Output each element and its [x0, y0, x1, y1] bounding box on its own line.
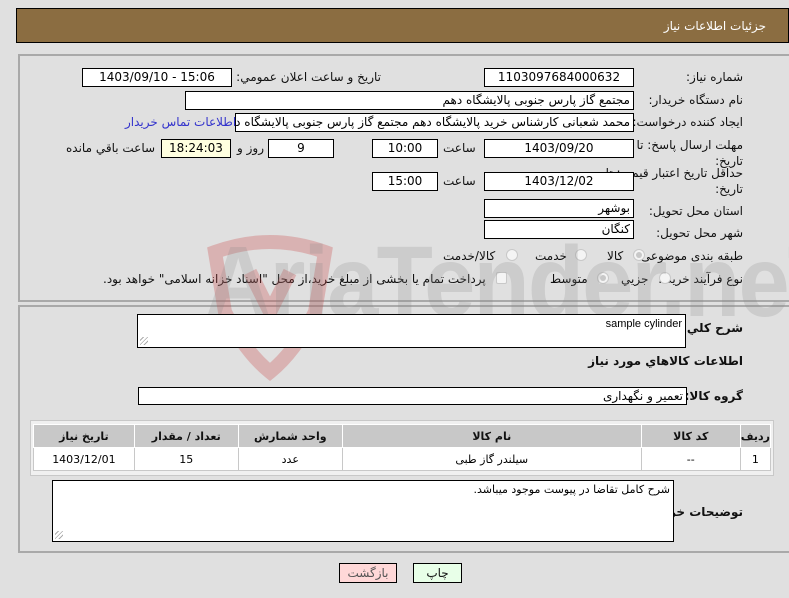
goods-table: ردیف کد کالا نام کالا واحد شمارش تعداد /… — [33, 424, 772, 471]
page-title: جزئیات اطلاعات نیاز — [663, 19, 766, 33]
city-label: شهر محل تحویل: — [656, 226, 743, 240]
purchase-type-radio-minor[interactable] — [659, 272, 671, 284]
col-header-item-code: کد کالا — [640, 424, 741, 448]
price-validity-time-label: ساعت — [443, 174, 476, 188]
resize-grip-icon[interactable] — [55, 531, 63, 539]
cell-quantity: 15 — [133, 447, 239, 471]
goods-group-label: گروه کالا: — [684, 389, 743, 403]
purchase-type-option-medium: متوسط — [550, 272, 588, 286]
reply-deadline-time-field[interactable]: 10:00 — [372, 139, 438, 158]
category-radio-goods[interactable] — [633, 249, 645, 261]
requester-label: ایجاد کننده درخواست: — [632, 115, 743, 129]
announce-datetime-label: تاریخ و ساعت اعلان عمومي: — [236, 70, 381, 84]
purchase-type-option-minor: جزیي — [621, 272, 649, 286]
description-text: sample cylinder — [605, 318, 682, 330]
category-label: طبقه بندی موضوعی: — [636, 249, 743, 263]
buyer-notes-text: شرح کامل تقاضا در پیوست موجود میباشد. — [473, 483, 670, 496]
category-option-goods: کالا — [607, 249, 624, 263]
remaining-time-field: 18:24:03 — [161, 139, 231, 158]
need-number-label: شماره نیاز: — [686, 70, 743, 84]
goods-section-title: اطلاعات کالاهاي مورد نیاز — [588, 354, 743, 368]
category-radio-service[interactable] — [575, 249, 587, 261]
province-field[interactable]: بوشهر — [484, 199, 634, 218]
reply-deadline-date-field[interactable]: 1403/09/20 — [484, 139, 634, 158]
remaining-time-label: ساعت باقي مانده — [66, 141, 156, 155]
buyer-contact-link[interactable]: اطلاعات تماس خریدار — [125, 115, 236, 129]
description-textarea[interactable]: sample cylinder — [137, 314, 686, 348]
col-header-need-date: تاریخ نیاز — [33, 424, 135, 448]
cell-item-name: سیلندر گاز طبی — [341, 447, 642, 471]
requester-field[interactable]: محمد شعبانی کارشناس خرید پالایشگاه دهم م… — [235, 113, 634, 132]
city-field[interactable]: کنگان — [484, 220, 634, 239]
cell-unit: عدد — [237, 447, 343, 471]
back-button[interactable]: بازگشت — [339, 563, 397, 583]
resize-grip-icon[interactable] — [140, 337, 148, 345]
cell-item-code: -- — [640, 447, 741, 471]
price-validity-date-field[interactable]: 1403/12/02 — [484, 172, 634, 191]
page-header: جزئیات اطلاعات نیاز — [16, 8, 789, 43]
col-header-row-number: ردیف — [739, 424, 772, 448]
price-validity-time-field[interactable]: 15:00 — [372, 172, 438, 191]
reply-deadline-time-label: ساعت — [443, 141, 476, 155]
buyer-notes-textarea[interactable]: شرح کامل تقاضا در پیوست موجود میباشد. — [52, 480, 674, 542]
col-header-item-name: نام کالا — [341, 424, 642, 448]
cell-need-date: 1403/12/01 — [33, 447, 135, 471]
col-header-unit: واحد شمارش — [237, 424, 343, 448]
province-label: استان محل تحویل: — [648, 204, 743, 218]
remaining-days-field[interactable]: 9 — [268, 139, 334, 158]
cell-row-number: 1 — [739, 447, 772, 471]
purchase-type-radio-medium[interactable] — [597, 272, 609, 284]
goods-group-field[interactable]: تعمیر و نگهداری — [138, 387, 687, 405]
category-option-service: خدمت — [535, 249, 567, 263]
treasury-checkbox[interactable] — [496, 272, 507, 284]
print-button[interactable]: چاپ — [413, 563, 462, 583]
table-row: 1 -- سیلندر گاز طبی عدد 15 1403/12/01 — [33, 447, 772, 471]
announce-datetime-field[interactable]: 1403/09/10 - 15:06 — [82, 68, 232, 87]
category-radio-goods-service[interactable] — [506, 249, 518, 261]
buyer-org-label: نام دستگاه خريدار: — [648, 93, 744, 107]
need-number-field[interactable]: 1103097684000632 — [484, 68, 634, 87]
treasury-checkbox-label: پرداخت تمام یا بخشی از مبلغ خرید،از محل … — [103, 272, 486, 286]
buyer-org-field[interactable]: مجتمع گاز پارس جنوبی پالایشگاه دهم — [185, 91, 634, 110]
category-option-goods-service: کالا/خدمت — [443, 249, 496, 263]
col-header-quantity: تعداد / مقدار — [133, 424, 239, 448]
days-label: روز و — [237, 141, 264, 155]
goods-table-header-row: ردیف کد کالا نام کالا واحد شمارش تعداد /… — [33, 424, 772, 448]
